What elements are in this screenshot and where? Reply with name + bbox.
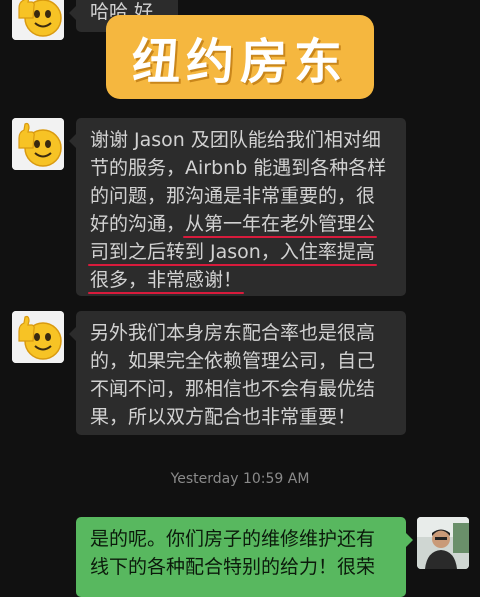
message-line: 很多，非常感谢！ xyxy=(90,266,394,294)
message-line: 节的服务，Airbnb 能遇到各种各样 xyxy=(90,157,387,179)
message-line: 另外我们本身房东配合率也是很高 xyxy=(90,322,376,344)
message-bubble-2[interactable]: 谢谢 Jason 及团队能给我们相对细 节的服务，Airbnb 能遇到各种各样 … xyxy=(69,118,406,296)
thumbs-up-emoji-icon xyxy=(12,118,64,170)
message-line: 线下的各种配合特别的给力！很荣 xyxy=(90,556,376,578)
message-line: 好的沟通，从第一年在老外管理公 xyxy=(90,210,394,238)
message-timestamp: Yesterday 10:59 AM xyxy=(170,471,310,487)
highlighted-text: 很多，非常感谢！ xyxy=(90,269,243,291)
thumbs-up-emoji-icon xyxy=(12,0,64,40)
message-line: 司到之后转到 Jason，入住率提高 xyxy=(90,238,394,266)
photo-avatar-icon xyxy=(417,517,469,569)
message-bubble-3[interactable]: 另外我们本身房东配合率也是很高 的，如果完全依赖管理公司，自己 不闻不问，那相信… xyxy=(69,311,406,435)
title-banner: 纽约房东 xyxy=(106,15,374,99)
highlighted-text: 司到之后转到 Jason，入住率提高 xyxy=(90,241,375,263)
message-line: 不闻不问，那相信也不会有最优结 xyxy=(90,378,376,400)
reply-bubble[interactable]: 是的呢。你们房子的维修维护还有 线下的各种配合特别的给力！很荣 xyxy=(76,517,413,597)
thumbs-up-emoji-icon xyxy=(12,311,64,363)
sender-avatar[interactable] xyxy=(12,0,64,40)
highlighted-text: 从第一年在老外管理公 xyxy=(185,213,376,235)
message-text-plain: 好的沟通， xyxy=(90,213,186,235)
message-line: 果，所以双方配合也非常重要！ xyxy=(90,406,357,428)
message-line: 的问题，那沟通是非常重要的，很 xyxy=(90,185,376,207)
banner-title: 纽约房东 xyxy=(131,34,348,90)
message-line: 谢谢 Jason 及团队能给我们相对细 xyxy=(90,129,381,151)
self-avatar[interactable] xyxy=(417,517,469,569)
sender-avatar[interactable] xyxy=(12,311,64,363)
message-line: 的，如果完全依赖管理公司，自己 xyxy=(90,350,376,372)
sender-avatar[interactable] xyxy=(12,118,64,170)
message-line: 是的呢。你们房子的维修维护还有 xyxy=(90,528,376,550)
